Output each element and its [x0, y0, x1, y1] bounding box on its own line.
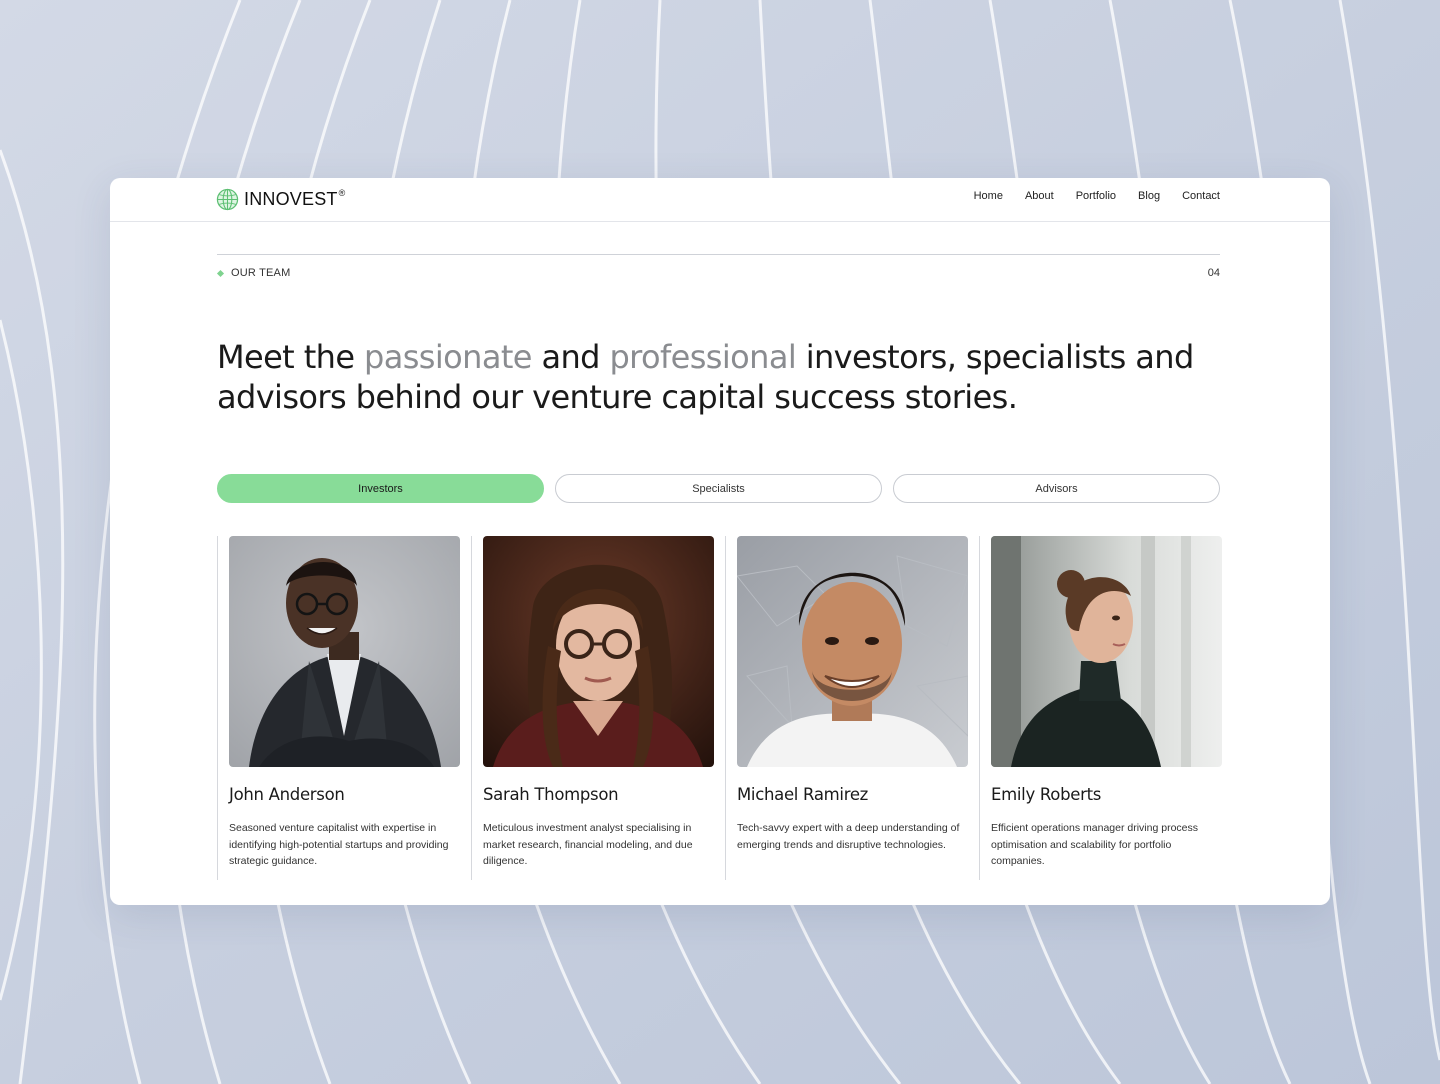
- team-tabs: Investors Specialists Advisors: [217, 474, 1221, 503]
- team-member-card[interactable]: Michael Ramirez Tech-savvy expert with a…: [725, 536, 968, 880]
- member-bio: Meticulous investment analyst specialisi…: [483, 822, 693, 868]
- headline-part-2: and: [531, 338, 610, 376]
- member-name: Sarah Thompson: [483, 785, 619, 804]
- nav-link-portfolio[interactable]: Portfolio: [1076, 190, 1116, 202]
- globe-icon: [216, 188, 239, 210]
- member-name: Emily Roberts: [991, 785, 1102, 804]
- headline-highlight-2: professional: [609, 338, 797, 376]
- main-menu: Home About Portfolio Blog Contact: [974, 190, 1220, 202]
- section-label-text: OUR TEAM: [231, 267, 291, 279]
- member-photo: [483, 536, 714, 767]
- team-member-card[interactable]: John Anderson Seasoned venture capitalis…: [217, 536, 460, 880]
- member-photo: [991, 536, 1222, 767]
- brand-logo[interactable]: INNOVEST ®: [216, 186, 345, 212]
- nav-link-blog[interactable]: Blog: [1138, 190, 1160, 202]
- member-photo: [737, 536, 968, 767]
- member-name: Michael Ramirez: [737, 785, 869, 804]
- diamond-bullet-icon: [216, 269, 225, 277]
- headline-highlight-1: passionate: [364, 338, 532, 376]
- section-divider: [217, 254, 1220, 255]
- member-bio: Seasoned venture capitalist with experti…: [229, 822, 449, 868]
- team-member-card[interactable]: Emily Roberts Efficient operations manag…: [979, 536, 1222, 880]
- page-headline: Meet the passionate and professional inv…: [217, 337, 1227, 417]
- nav-link-about[interactable]: About: [1025, 190, 1054, 202]
- member-name: John Anderson: [229, 785, 345, 804]
- member-bio: Tech-savvy expert with a deep understand…: [737, 822, 960, 851]
- team-section-card: INNOVEST ® Home About Portfolio Blog Cont…: [110, 178, 1330, 905]
- nav-link-home[interactable]: Home: [974, 190, 1003, 202]
- tab-advisors[interactable]: Advisors: [893, 474, 1220, 503]
- headline-part-1: Meet the: [217, 338, 364, 376]
- brand-name: INNOVEST: [244, 188, 338, 209]
- brand-registered-mark: ®: [338, 188, 346, 198]
- section-label: OUR TEAM: [216, 267, 291, 279]
- member-photo: [229, 536, 460, 767]
- tab-specialists[interactable]: Specialists: [555, 474, 882, 503]
- member-bio: Efficient operations manager driving pro…: [991, 822, 1199, 868]
- team-grid: John Anderson Seasoned venture capitalis…: [217, 536, 1222, 880]
- top-navbar: INNOVEST ® Home About Portfolio Blog Cont…: [110, 178, 1330, 222]
- team-member-card[interactable]: Sarah Thompson Meticulous investment ana…: [471, 536, 714, 880]
- section-number: 04: [1207, 267, 1220, 279]
- nav-link-contact[interactable]: Contact: [1182, 190, 1220, 202]
- tab-investors[interactable]: Investors: [217, 474, 544, 503]
